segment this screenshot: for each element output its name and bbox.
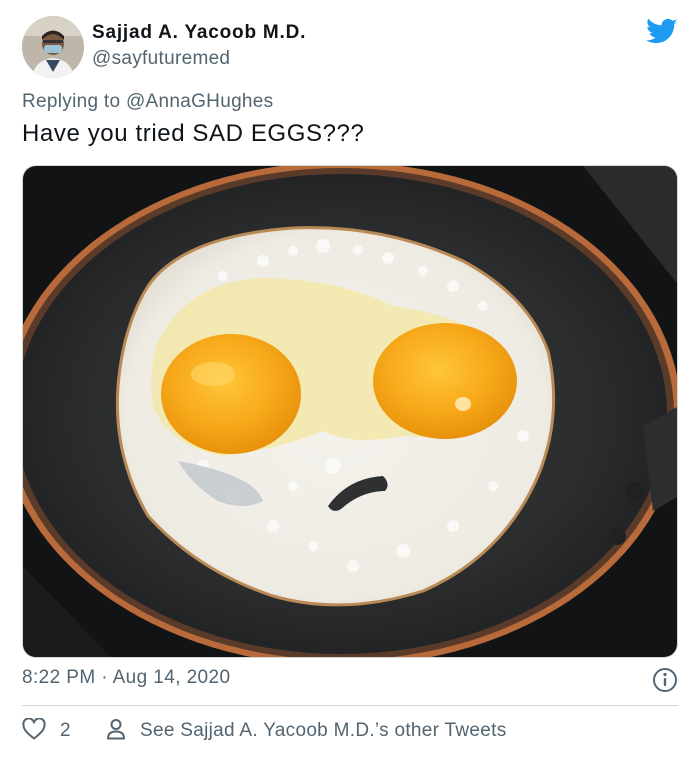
author-name[interactable]: Sajjad A. Yacoob M.D.	[92, 22, 306, 44]
person-icon	[104, 717, 128, 746]
other-tweets-link[interactable]: See Sajjad A. Yacoob M.D.’s other Tweets	[104, 718, 507, 744]
heart-icon	[22, 716, 46, 745]
like-button[interactable]: 2	[22, 716, 71, 745]
avatar-image	[22, 16, 84, 78]
tweet-timestamp[interactable]: 8:22 PM · Aug 14, 2020	[22, 667, 230, 689]
replying-to: Replying to @AnnaGHughes	[22, 91, 273, 113]
actions-divider	[22, 705, 678, 706]
reply-mention-link[interactable]: @AnnaGHughes	[126, 91, 274, 112]
tweet-text: Have you tried SAD EGGS???	[22, 120, 365, 147]
fried-egg-photo	[23, 166, 677, 657]
like-count: 2	[60, 720, 71, 741]
twitter-bird-icon[interactable]	[646, 18, 678, 46]
other-tweets-label: See Sajjad A. Yacoob M.D.’s other Tweets	[140, 720, 507, 741]
tweet-photo[interactable]	[22, 165, 678, 658]
info-icon[interactable]	[652, 667, 678, 693]
author-handle[interactable]: @sayfuturemed	[92, 48, 230, 70]
avatar[interactable]	[22, 16, 84, 78]
replying-to-label: Replying to	[22, 91, 126, 112]
